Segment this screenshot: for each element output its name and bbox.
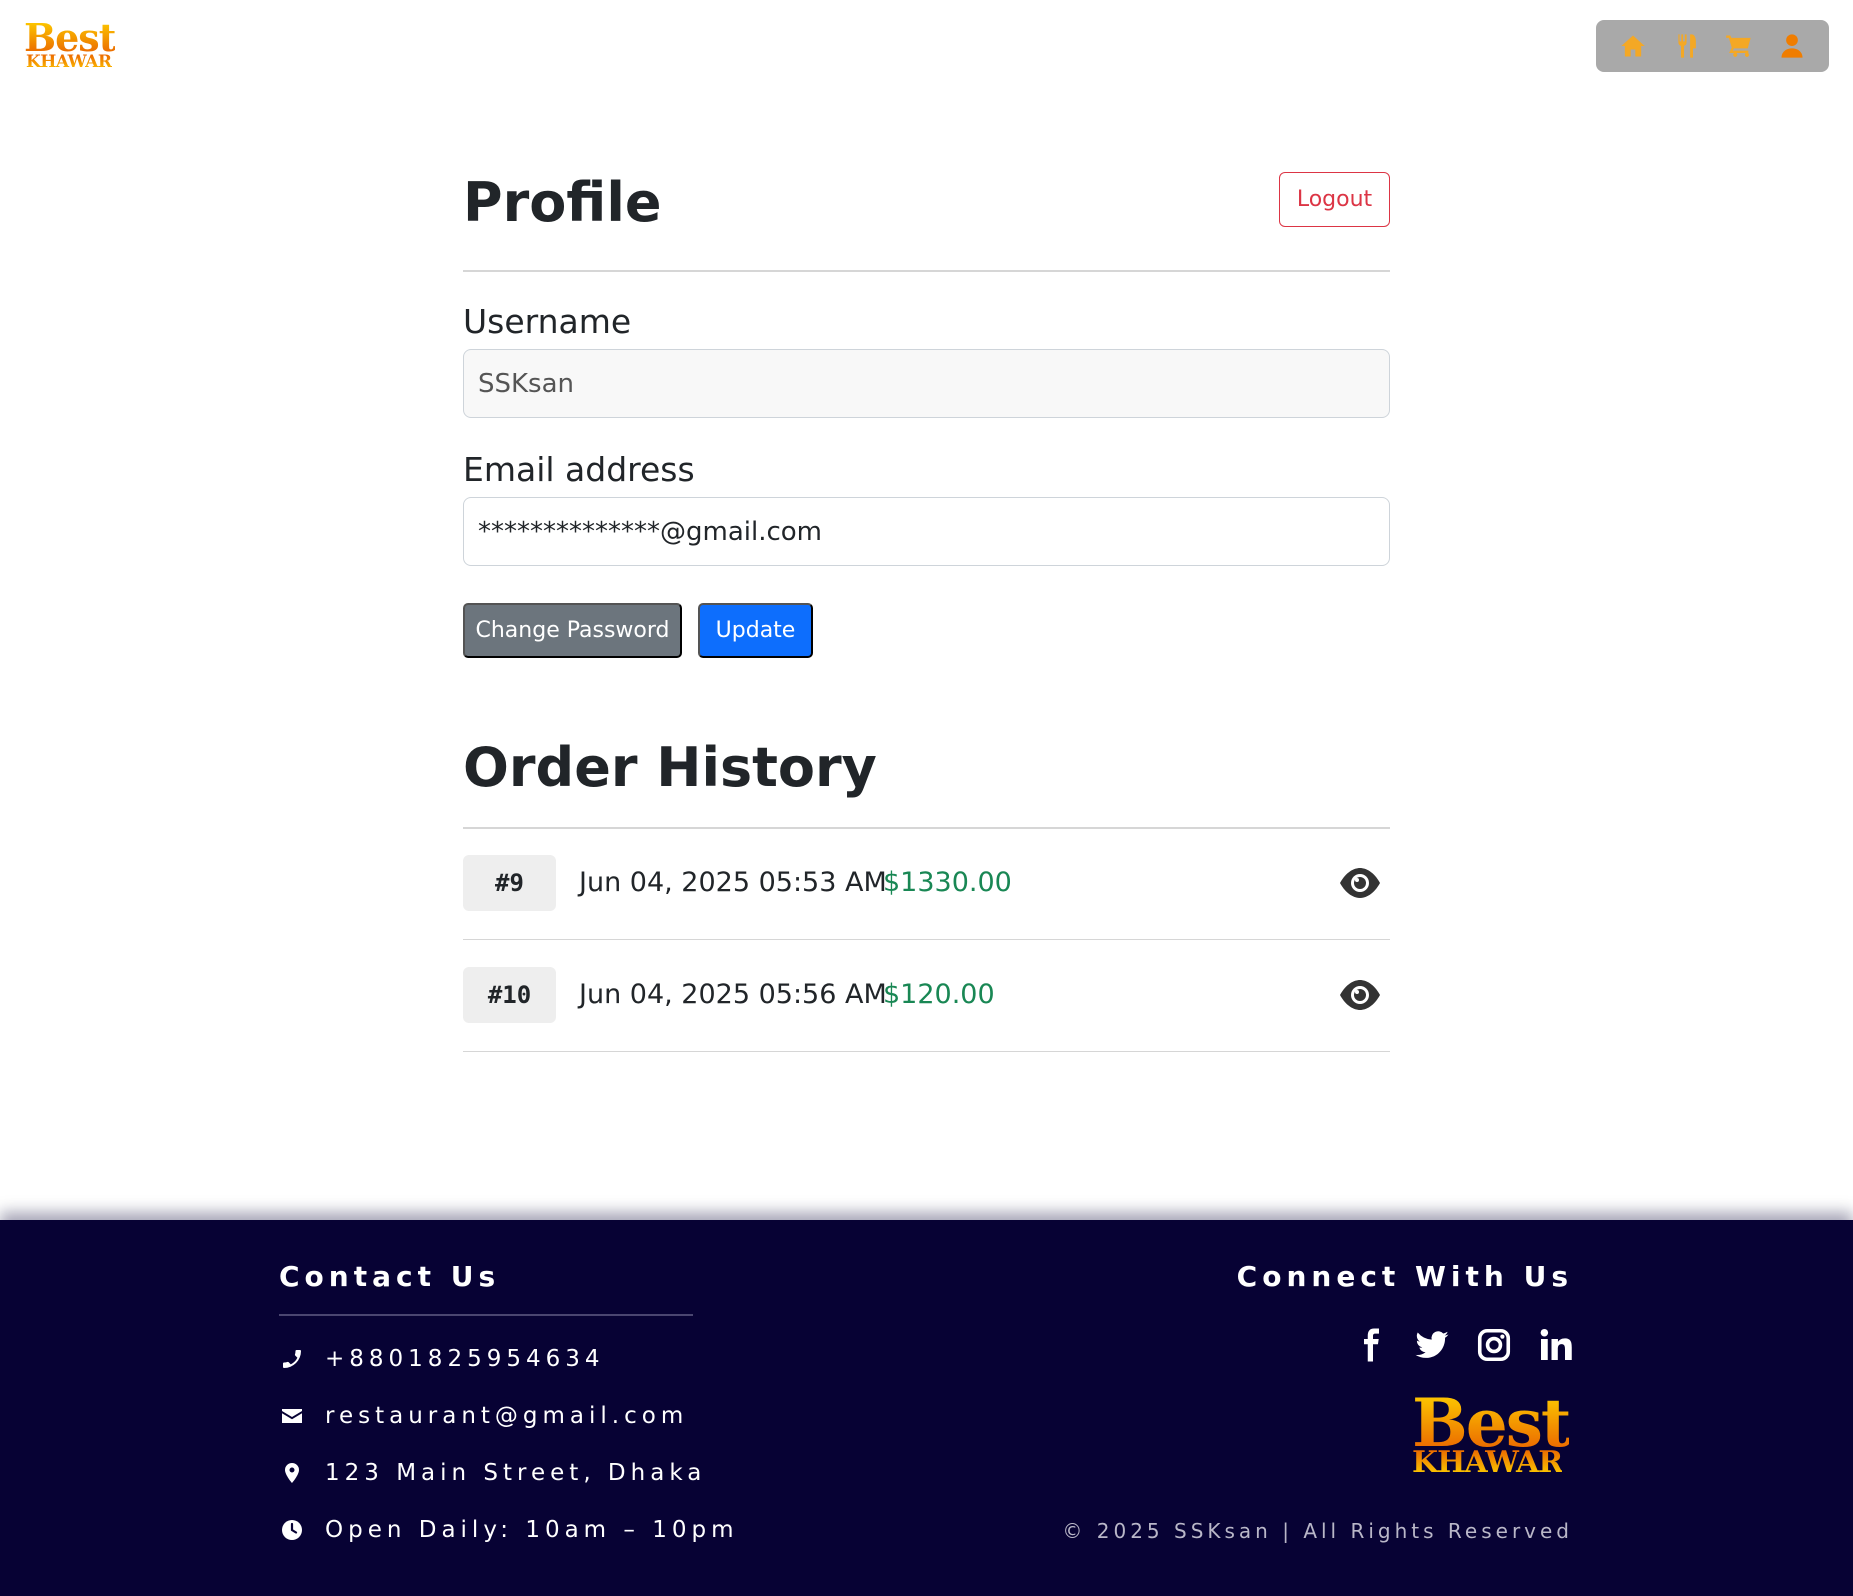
home-icon[interactable] <box>1617 30 1649 62</box>
envelope-icon <box>279 1403 305 1429</box>
order-row: #9 Jun 04, 2025 05:53 AM $1330.00 <box>463 828 1390 940</box>
logout-button[interactable]: Logout <box>1279 172 1390 227</box>
update-button[interactable]: Update <box>698 603 813 658</box>
contact-email-text: restaurant@gmail.com <box>325 1403 689 1429</box>
view-order-button[interactable] <box>1337 863 1383 903</box>
clock-icon <box>279 1517 305 1543</box>
contact-email[interactable]: restaurant@gmail.com <box>279 1403 688 1429</box>
divider <box>279 1314 693 1316</box>
order-id-badge: #9 <box>463 855 556 911</box>
phone-icon <box>279 1346 305 1372</box>
logo-word-khawar: KHAWAR <box>1412 1445 1563 1480</box>
site-footer: Contact Us +8801825954634 restaurant@gma… <box>0 1220 1853 1596</box>
contact-phone-text: +8801825954634 <box>325 1346 605 1372</box>
order-history-title: Order History <box>463 736 877 799</box>
eye-icon <box>1340 980 1380 1010</box>
logo-word-khawar: KHAWAR <box>26 52 112 72</box>
facebook-icon[interactable] <box>1352 1325 1388 1365</box>
email-field[interactable]: **************@gmail.com <box>463 497 1390 566</box>
twitter-icon[interactable] <box>1414 1325 1450 1365</box>
user-icon[interactable] <box>1776 30 1808 62</box>
order-date: Jun 04, 2025 05:56 AM <box>579 979 887 1010</box>
order-id-badge: #10 <box>463 967 556 1023</box>
divider <box>463 270 1390 272</box>
footer-logo: Best KHAWAR <box>1408 1388 1578 1488</box>
page-title: Profile <box>463 171 662 234</box>
contact-address: 123 Main Street, Dhaka <box>279 1460 706 1486</box>
username-label: Username <box>463 302 632 341</box>
social-links <box>1352 1325 1574 1365</box>
view-order-button[interactable] <box>1337 975 1383 1015</box>
email-label: Email address <box>463 450 695 489</box>
contact-hours-text: Open Daily: 10am – 10pm <box>325 1517 739 1543</box>
eye-icon <box>1340 868 1380 898</box>
brand-logo[interactable]: Best KHAWAR <box>24 18 116 74</box>
cart-icon[interactable] <box>1723 30 1755 62</box>
contact-hours: Open Daily: 10am – 10pm <box>279 1517 738 1543</box>
instagram-icon[interactable] <box>1476 1325 1512 1365</box>
order-total: $120.00 <box>883 979 995 1010</box>
copyright-text: © 2025 SSKsan | All Rights Reserved <box>1062 1519 1573 1543</box>
location-pin-icon <box>279 1460 305 1486</box>
order-date: Jun 04, 2025 05:53 AM <box>579 867 887 898</box>
change-password-button[interactable]: Change Password <box>463 603 682 658</box>
linkedin-icon[interactable] <box>1538 1325 1574 1365</box>
username-field[interactable]: SSKsan <box>463 349 1390 418</box>
utensils-icon[interactable] <box>1670 30 1702 62</box>
order-total: $1330.00 <box>883 867 1012 898</box>
contact-title: Contact Us <box>279 1260 501 1293</box>
connect-title: Connect With Us <box>1236 1260 1573 1293</box>
contact-phone[interactable]: +8801825954634 <box>279 1346 605 1372</box>
order-row: #10 Jun 04, 2025 05:56 AM $120.00 <box>463 940 1390 1052</box>
top-nav <box>1596 20 1829 72</box>
contact-address-text: 123 Main Street, Dhaka <box>325 1460 707 1486</box>
